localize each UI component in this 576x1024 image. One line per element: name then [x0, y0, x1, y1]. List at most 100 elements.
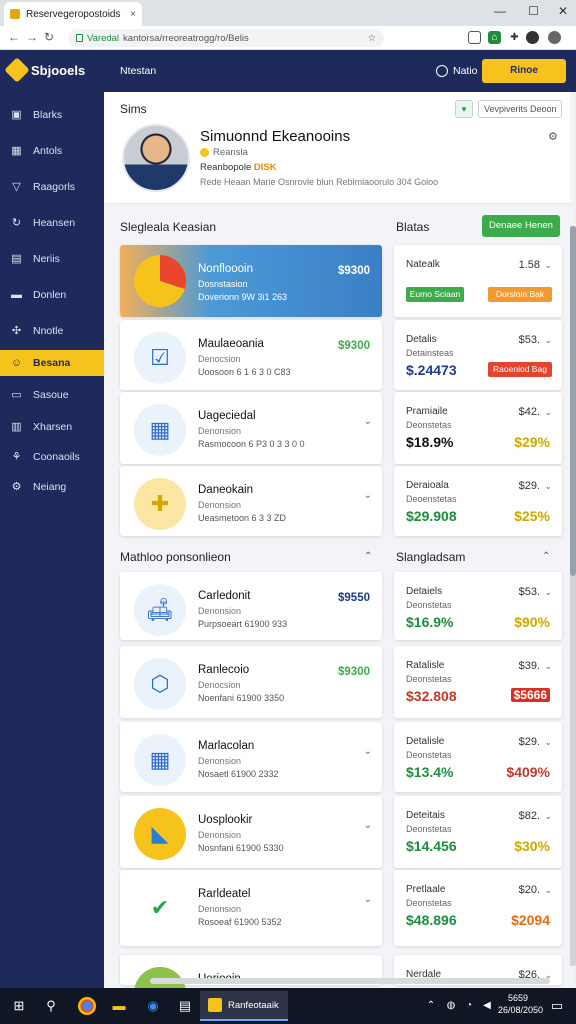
list-card[interactable]: ⬡ Ranlecoio Denocsion Noenfani 61900 3350 $9… — [120, 646, 382, 718]
sidebar-item[interactable]: ↻ Heansen — [0, 210, 104, 236]
collapse-chevron-icon[interactable]: ⌃ — [542, 551, 550, 562]
sidebar-item[interactable]: ⚘ Coonaoils — [0, 444, 104, 470]
status-tag[interactable]: Dorsloin Bak — [488, 287, 552, 302]
stat-card[interactable]: Detalisle Deonstetas $29. ⌄ $13.4% $409% — [394, 722, 562, 792]
profile-avatar-icon[interactable] — [526, 31, 539, 44]
list-card[interactable]: ◣ Uosplookir Denonsion Nosnfani 61900 5330 ⌄ — [120, 796, 382, 868]
calendar-icon[interactable]: ▤ — [176, 997, 194, 1015]
stat-value: $82. — [518, 810, 540, 822]
stat-card[interactable]: Ratalisle Deonstetas $39. ⌄ $32.808 $5666 — [394, 646, 562, 718]
bookmark-star-icon[interactable]: ☆ — [367, 33, 376, 44]
tab-close-icon[interactable]: × — [130, 9, 136, 20]
top-nav-item[interactable]: Ntestan — [120, 65, 156, 77]
sidebar-item[interactable]: ▣ Blarks — [0, 102, 104, 128]
list-card[interactable]: ☑ Maulaeoania Denocsion Uoosoon 6 1 6 3 0 C… — [120, 320, 382, 390]
sidebar-item[interactable]: ▤ Neriis — [0, 246, 104, 272]
sidebar-item[interactable]: ⚙ Neiang — [0, 474, 104, 500]
stat-card[interactable]: Deteitais Deonstetas $82. ⌄ $14.456 $30% — [394, 796, 562, 868]
list-card[interactable]: ▦ Marlacolan Denonsion Nosaetl 61900 2332 ⌄ — [120, 722, 382, 792]
card-subtitle: Denonsion — [198, 756, 242, 766]
left-section-title: Slegleala Keasian — [120, 220, 217, 234]
extension-icon[interactable] — [468, 31, 481, 44]
stat-card[interactable]: Natealk 1.58 ⌄ Eumo Sciaan Dorsloin Bak — [394, 245, 562, 317]
upgrade-button[interactable]: Rinoe Reacrovetpios — [482, 59, 566, 100]
horizontal-scrollbar[interactable] — [150, 978, 550, 984]
card-detail: Rosoeaf 61900 5352 — [198, 917, 282, 927]
sidebar-item[interactable]: ▽ Raagorls — [0, 174, 104, 200]
card-detail: Nosnfani 61900 5330 — [198, 843, 284, 853]
url-field[interactable]: Varedal kantorsa/rreoreatrogg/ro/Belis ☆ — [68, 29, 384, 47]
chevron-down-icon[interactable]: ⌄ — [544, 661, 552, 672]
chevron-down-icon[interactable]: ⌄ — [544, 335, 552, 346]
sidebar-4-icon: ▤ — [11, 252, 22, 265]
list-card[interactable]: 🛋 Carledonit Denonsion Purpsoeart 61900 933… — [120, 572, 382, 640]
puzzle-extension-icon[interactable]: ✚ — [508, 31, 521, 44]
chevron-down-icon[interactable]: ⌄ — [364, 490, 372, 501]
collapse-chevron-icon[interactable]: ⌃ — [364, 551, 372, 562]
maximize-button[interactable]: ☐ — [528, 4, 539, 18]
chrome-icon[interactable] — [78, 997, 96, 1015]
chevron-down-icon[interactable]: ⌄ — [364, 894, 372, 905]
back-icon[interactable]: ← — [8, 30, 20, 44]
stat-card[interactable]: Detalis Detainsteas $53. ⌄ Raoeniod Bag $.244… — [394, 320, 562, 390]
card-amount: $9300 — [338, 265, 370, 277]
chevron-down-icon[interactable]: ⌄ — [544, 737, 552, 748]
sidebar-item[interactable]: ☺ Besana — [0, 350, 104, 376]
taskbar-app-button[interactable]: Ranfeotaaik — [200, 991, 288, 1021]
stat-card[interactable]: Pretlaale Deonstetas $20. ⌄ $48.896 $2094 — [394, 870, 562, 946]
stat-card[interactable]: Deraioala Deoenstetas $29. ⌄ $29.908 $25% — [394, 466, 562, 536]
notification-icon[interactable]: ▭ — [548, 997, 566, 1015]
start-icon[interactable]: ⊞ — [10, 997, 28, 1015]
status-tag[interactable]: Raoeniod Bag — [488, 362, 552, 377]
chevron-down-icon[interactable]: ⌄ — [364, 416, 372, 427]
sidebar-item[interactable]: ▬ Donlen — [0, 282, 104, 308]
card-title: Carledonit — [198, 590, 251, 602]
chevron-down-icon[interactable]: ⌄ — [544, 260, 552, 271]
chevron-down-icon[interactable]: ⌄ — [544, 481, 552, 492]
stat-card[interactable]: Pramiaile Deonstetas $42. ⌄ $18.9% $29% — [394, 392, 562, 464]
right-section-action-button[interactable]: Denaee Henen — [482, 215, 560, 237]
browser-tab[interactable]: Reservegeropostoids × — [4, 2, 142, 26]
list-card[interactable]: ✚ Daneokain Denonsion Ueasmetoon 6 3 3 ZD ⌄ — [120, 466, 382, 536]
chevron-down-icon[interactable]: ⌄ — [544, 885, 552, 896]
list-card[interactable]: ▦ Uageciedal Denonsion Rasmocoon 6 P3 0 3 3… — [120, 392, 382, 464]
chevron-down-icon[interactable]: ⌄ — [544, 407, 552, 418]
sidebar-item-label: Nnotle — [33, 325, 64, 337]
chevron-down-icon[interactable]: ⌄ — [364, 746, 372, 757]
filter-icon[interactable]: ▾ — [455, 100, 473, 118]
chevron-down-icon[interactable]: ⌄ — [364, 820, 372, 831]
sidebar-item[interactable]: ▥ Xharsen — [0, 414, 104, 440]
sidebar-3-icon: ↻ — [11, 216, 22, 229]
tray-chevron-icon[interactable]: ⌃ — [422, 997, 440, 1015]
minimize-button[interactable]: — — [494, 4, 506, 18]
sidebar-item[interactable]: ✣ Nnotle — [0, 318, 104, 344]
sidebar-2-icon: ▽ — [12, 180, 21, 193]
reload-icon[interactable]: ↻ — [44, 30, 54, 44]
folder-icon[interactable]: ▬ — [110, 997, 128, 1015]
filter-select[interactable]: Vevpiverits Deoon — [478, 100, 562, 118]
sidebar-item[interactable]: ▭ Sasoue — [0, 382, 104, 408]
language-selector[interactable]: Natio — [436, 65, 478, 77]
tab-title: Reservegeropostoids — [26, 8, 121, 20]
chevron-down-icon[interactable]: ⌄ — [544, 811, 552, 822]
wifi-icon[interactable]: ◔ — [460, 997, 478, 1015]
sidebar-item[interactable]: ▦ Antols — [0, 138, 104, 164]
account-icon[interactable] — [548, 31, 561, 44]
forward-icon[interactable]: → — [26, 30, 38, 44]
volume-icon[interactable]: ◀ — [478, 997, 496, 1015]
list-card[interactable]: Nonfloooin Dosnstasion Doverionn 9W 3i1 26… — [120, 245, 382, 317]
search-icon[interactable]: ⚲ — [42, 997, 60, 1015]
brand-logo[interactable]: Sbjooels — [4, 57, 85, 83]
close-window-button[interactable]: ✕ — [558, 4, 568, 18]
list-card[interactable]: ✔ Rarldeatel Denonsion Rosoeaf 61900 5352 ⌄ — [120, 870, 382, 946]
shield-extension-icon[interactable]: ⌂ — [488, 31, 501, 44]
stat-card[interactable]: Detaiels Deonstetas $53. ⌄ $16.9% $90% — [394, 572, 562, 640]
status-tag[interactable]: Eumo Sciaan — [406, 287, 464, 302]
scrollbar-thumb[interactable] — [570, 226, 576, 576]
taskbar-app-label: Ranfeotaaik — [228, 999, 279, 1011]
chevron-down-icon[interactable]: ⌄ — [544, 587, 552, 598]
network-icon[interactable]: ◍ — [442, 997, 460, 1015]
system-clock[interactable]: 5659 26/08/2050 — [498, 992, 543, 1016]
edge-icon[interactable]: ◉ — [144, 997, 162, 1015]
settings-icon[interactable]: ⚙ — [548, 130, 558, 143]
